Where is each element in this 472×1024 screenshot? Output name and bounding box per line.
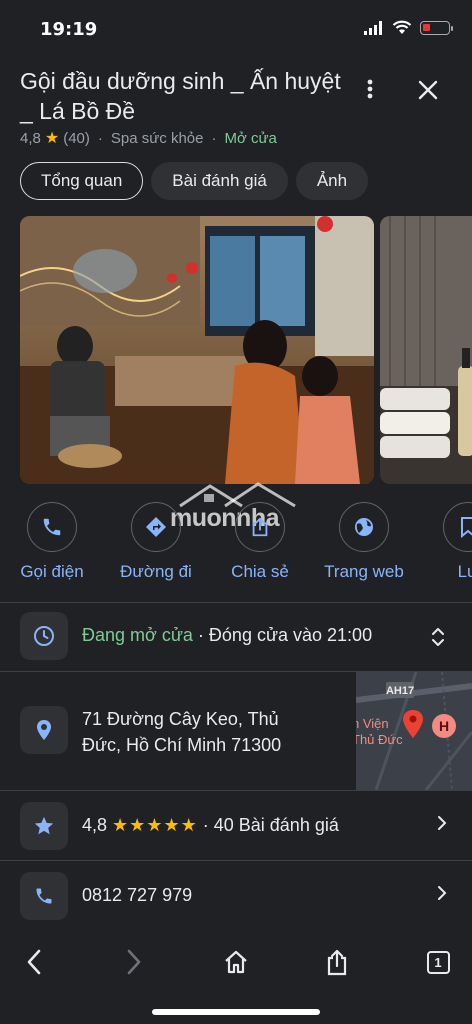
forward-icon (127, 949, 141, 975)
spa-interior-image (20, 216, 374, 484)
bookmark-icon (461, 517, 472, 538)
rating-value: 4,8 (20, 129, 41, 147)
share-action[interactable]: Chia sẻ (208, 502, 312, 582)
directions-label: Đường đi (120, 562, 192, 581)
home-button[interactable] (214, 940, 258, 984)
map-image: AH17 h Viện Thủ Đức H (356, 672, 472, 790)
hours-close-time: · Đóng cửa vào 21:00 (197, 625, 373, 645)
hours-text: Đang mở cửa · Đóng cửa vào 21:00 (82, 625, 372, 646)
save-action[interactable]: Lư (416, 502, 472, 582)
photo-carousel[interactable] (20, 216, 472, 484)
tab-photos[interactable]: Ảnh (295, 162, 369, 200)
share-button[interactable] (235, 502, 285, 552)
reviews-stars: ★★★★★ (112, 815, 198, 835)
website-label: Trang web (324, 562, 404, 581)
address-line-1: 71 Đường Cây Keo, Thủ (82, 709, 279, 729)
tabs-button[interactable]: 1 (416, 940, 460, 984)
phone-icon (43, 518, 61, 536)
more-options-button[interactable] (354, 74, 386, 106)
close-icon (418, 80, 438, 100)
expand-icon[interactable] (428, 626, 448, 648)
close-button[interactable] (412, 74, 444, 106)
signal-icon (364, 20, 382, 35)
map-road-label: AH17 (386, 685, 414, 697)
divider (0, 602, 472, 603)
location-pin-icon (37, 720, 51, 740)
quick-actions: Gọi điện Đường đi Chia sẻ Trang web L (0, 502, 472, 592)
star-icon-box (20, 802, 68, 850)
tab-reviews[interactable]: Bài đánh giá (151, 162, 288, 200)
hospital-icon: H (439, 718, 449, 734)
save-label: Lư (457, 562, 472, 581)
more-vert-icon (367, 79, 373, 99)
star-icon (34, 816, 54, 835)
reviews-count: (40) (63, 129, 90, 147)
clock-icon-box (20, 612, 68, 660)
tab-count-icon: 1 (426, 950, 450, 974)
status-bar: 19:19 (0, 0, 472, 56)
location-icon-box (20, 706, 68, 754)
address-line-2: Đức, Hồ Chí Minh 71300 (82, 735, 282, 755)
phone-icon (36, 888, 52, 904)
phone-icon-box (20, 872, 68, 920)
website-button[interactable] (339, 502, 389, 552)
massage-room-image (380, 216, 472, 484)
status-icons (364, 20, 453, 35)
share-label: Chia sẻ (231, 562, 289, 581)
map-thumbnail[interactable]: AH17 h Viện Thủ Đức H (356, 672, 472, 790)
separator-dot: · (211, 129, 217, 147)
home-icon (225, 950, 247, 974)
place-title: Gội đầu dưỡng sinh _ Ấn huyệt _ Lá Bồ Đề (20, 68, 341, 124)
wifi-icon (392, 20, 412, 34)
call-label: Gọi điện (20, 562, 84, 581)
reviews-row[interactable]: 4,8 ★★★★★ · 40 Bài đánh giá (0, 800, 472, 852)
hours-open-status: Đang mở cửa (82, 625, 193, 645)
hours-row[interactable]: Đang mở cửa · Đóng cửa vào 21:00 (0, 612, 472, 662)
address-text: 71 Đường Cây Keo, Thủ Đức, Hồ Chí Minh 7… (82, 706, 281, 758)
share-icon (252, 517, 268, 537)
rating-row: 4,8 ★ (40) · Spa sức khỏe · Mở cửa (20, 128, 277, 148)
directions-icon (146, 517, 166, 537)
clock-icon (34, 626, 54, 646)
divider (0, 860, 472, 861)
tab-count: 1 (434, 954, 442, 970)
open-status: Mở cửa (224, 129, 277, 147)
back-icon (27, 949, 41, 975)
chevron-right-icon (436, 884, 448, 908)
photo-spa-interior[interactable] (20, 216, 374, 484)
reviews-count-text: · 40 Bài đánh giá (202, 815, 339, 835)
separator-dot: · (97, 129, 103, 147)
status-time: 19:19 (40, 19, 98, 40)
divider (0, 790, 472, 791)
place-category: Spa sức khỏe (110, 129, 204, 147)
map-label-2: Thủ Đức (356, 732, 403, 747)
save-button[interactable] (443, 502, 472, 552)
phone-row[interactable]: 0812 727 979 (0, 870, 472, 922)
phone-number: 0812 727 979 (82, 885, 193, 905)
globe-icon (355, 518, 373, 536)
directions-action[interactable]: Đường đi (104, 502, 208, 582)
photo-massage-room[interactable] (380, 216, 472, 484)
share-page-button[interactable] (315, 940, 359, 984)
reviews-rating: 4,8 (82, 815, 108, 835)
battery-icon (420, 20, 453, 35)
call-button[interactable] (27, 502, 77, 552)
back-button[interactable] (12, 940, 56, 984)
tab-overview[interactable]: Tổng quan (20, 162, 144, 200)
star-icon: ★ (44, 130, 60, 147)
home-indicator (152, 1009, 320, 1015)
tab-bar: Tổng quan Bài đánh giá Ảnh (20, 162, 369, 200)
browser-toolbar: 1 (0, 922, 472, 1024)
share-icon (327, 949, 347, 976)
reviews-summary: 4,8 ★★★★★ · 40 Bài đánh giá (82, 815, 339, 836)
forward-button[interactable] (112, 940, 156, 984)
map-label-1: h Viện (356, 716, 389, 731)
call-action[interactable]: Gọi điện (0, 502, 104, 582)
website-action[interactable]: Trang web (312, 502, 416, 582)
chevron-right-icon (436, 814, 448, 838)
directions-button[interactable] (131, 502, 181, 552)
